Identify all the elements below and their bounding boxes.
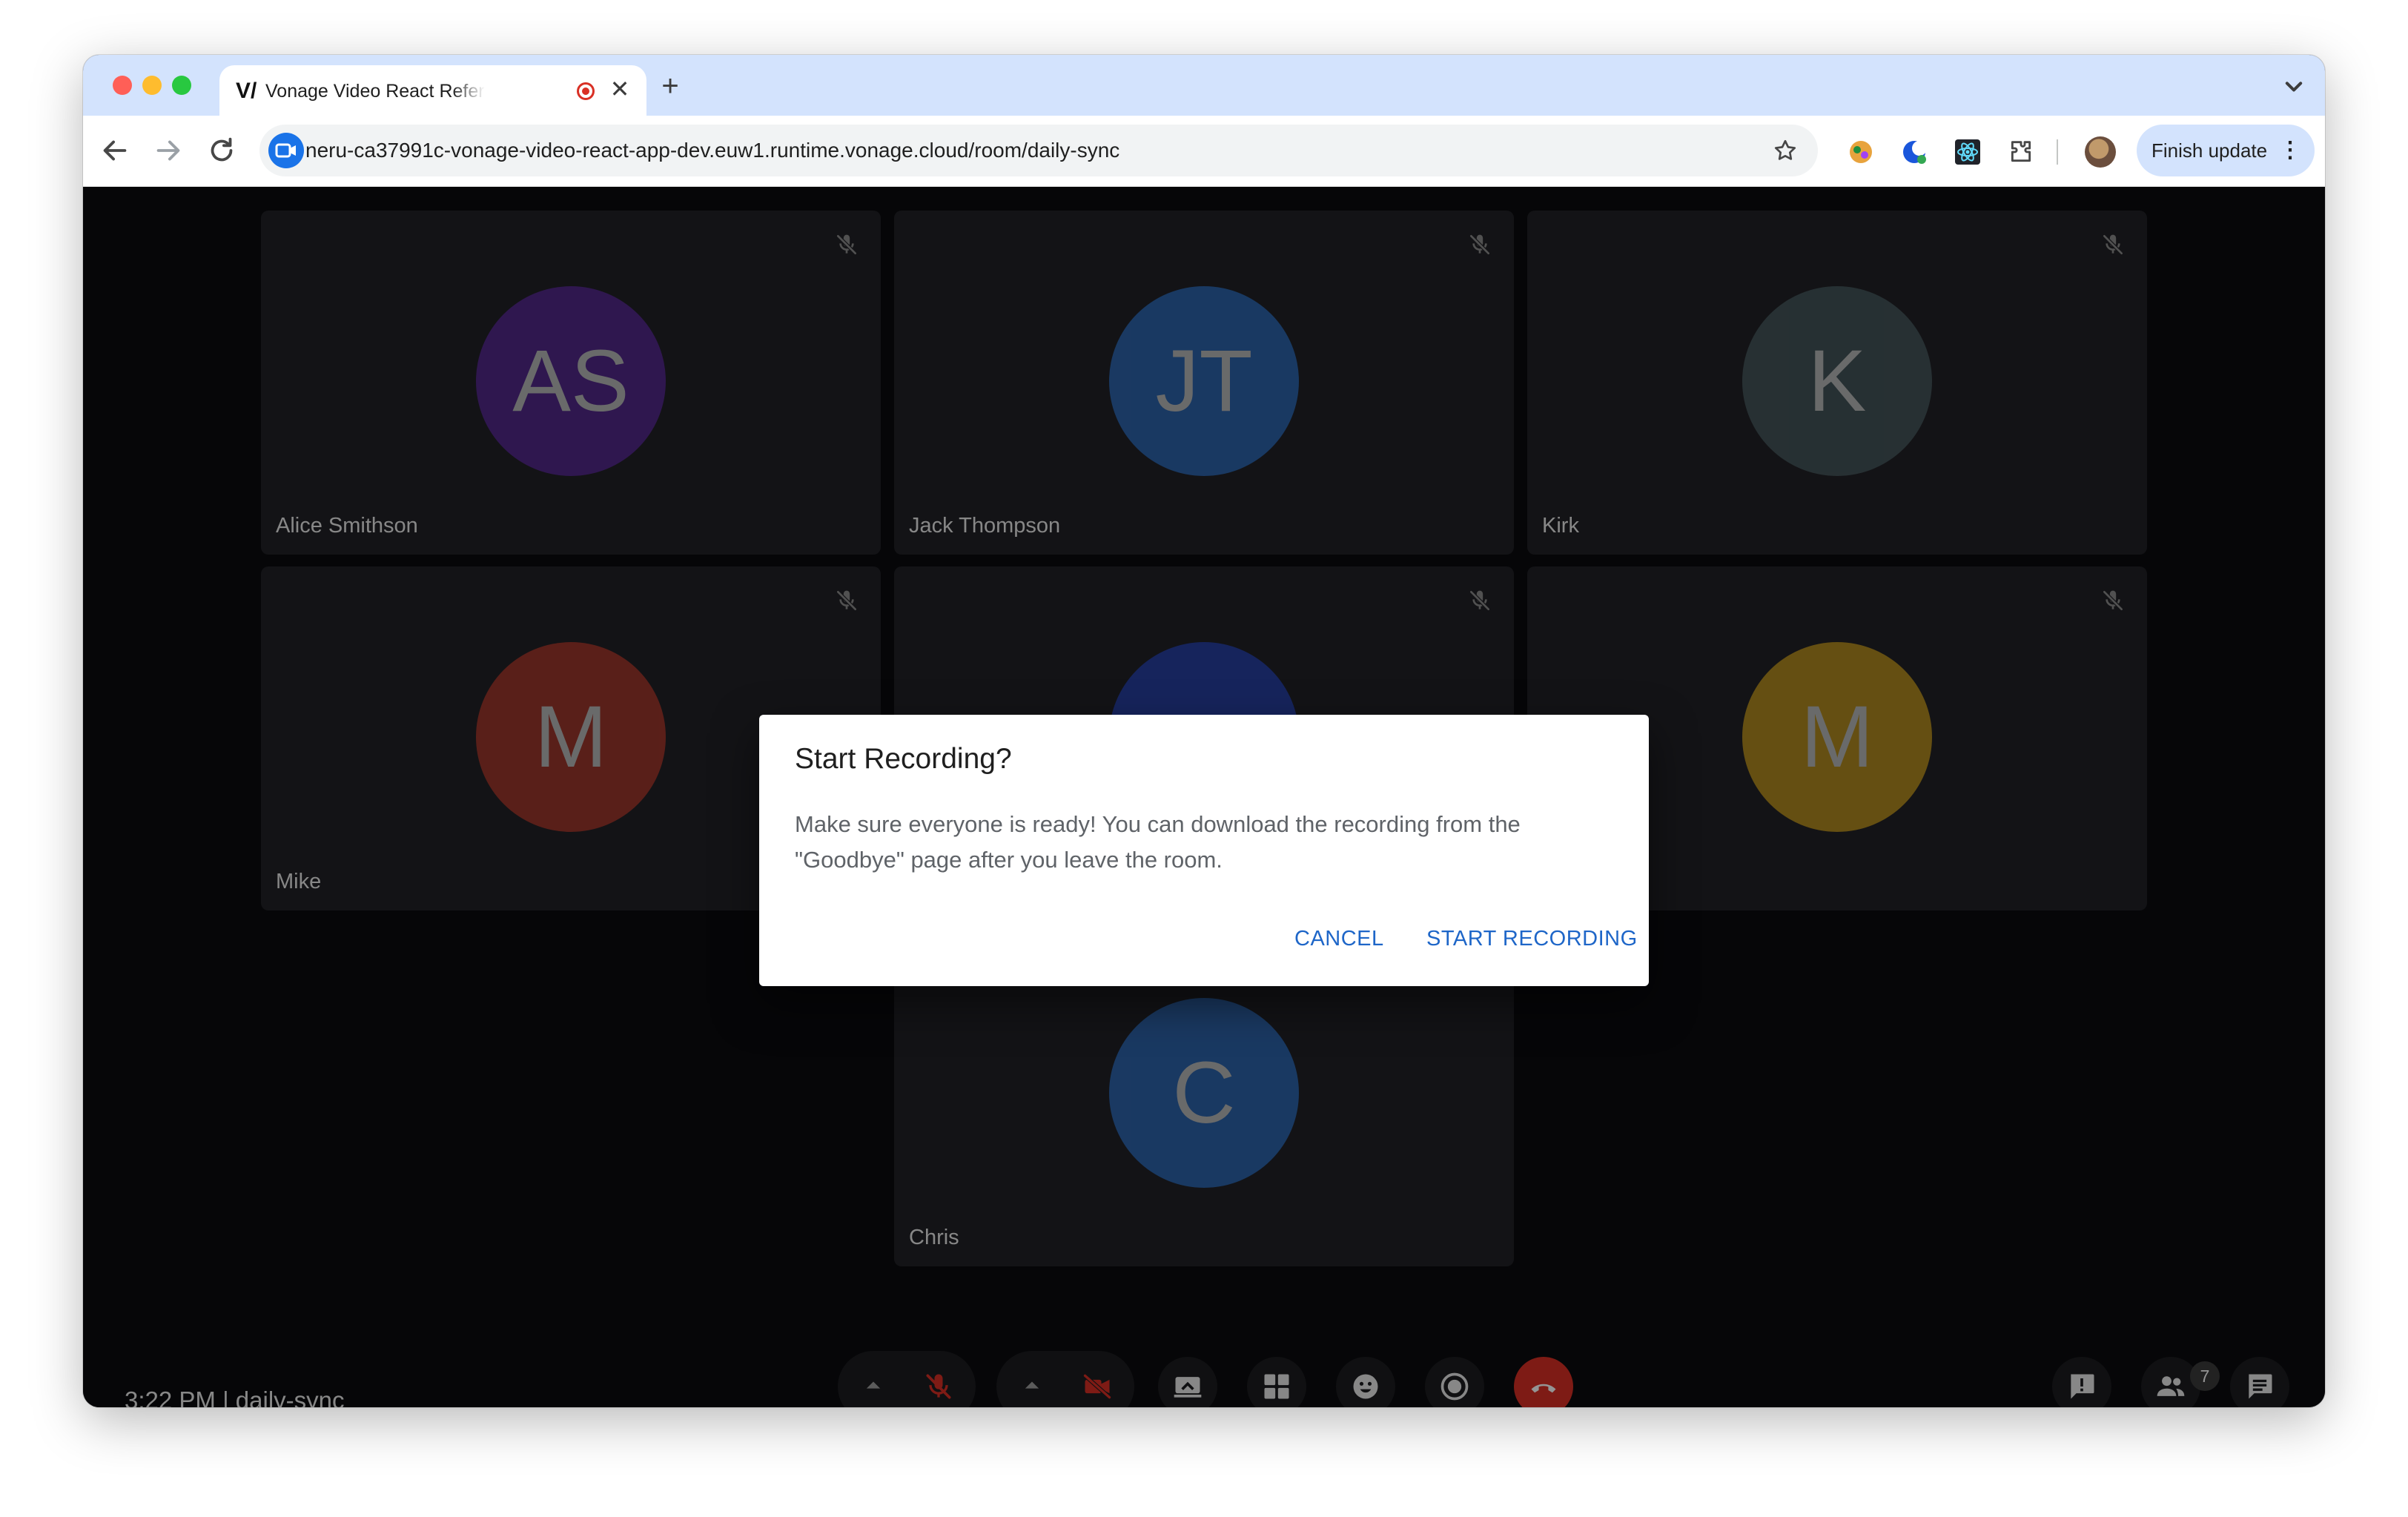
browser-window: V/ Vonage Video React Reference App ✕ + … [83,55,2325,1407]
tab-title: Vonage Video React Reference App [265,81,485,102]
url-text: neru-ca37991c-vonage-video-react-app-dev… [305,139,1120,162]
forward-arrow-icon[interactable] [151,133,185,168]
extension-moon-icon[interactable] [1899,137,1929,167]
back-arrow-icon[interactable] [98,133,132,168]
tab-close-icon[interactable]: ✕ [606,76,633,102]
reload-icon[interactable] [205,133,239,168]
minimize-window-button[interactable] [142,76,162,95]
vonage-favicon-icon: V/ [236,79,257,103]
finish-update-button[interactable]: Finish update ⋮ [2137,125,2315,176]
maximize-window-button[interactable] [172,76,191,95]
tab-search-chevron-icon[interactable] [2278,70,2310,102]
start-recording-button[interactable]: START RECORDING [1426,924,1638,954]
bookmark-star-icon[interactable] [1772,137,1799,164]
meeting-room: AS Alice Smithson JT Jack Thompson K Kir… [83,187,2325,1407]
browser-toolbar: neru-ca37991c-vonage-video-react-app-dev… [83,116,2325,187]
browser-tab[interactable]: V/ Vonage Video React Reference App ✕ [219,65,646,117]
more-menu-icon[interactable]: ⋮ [2279,125,2301,176]
tab-strip: V/ Vonage Video React Reference App ✕ + [83,55,2325,117]
cancel-button[interactable]: CANCEL [1294,924,1384,954]
profile-avatar[interactable] [2085,136,2116,168]
start-recording-dialog: Start Recording? Make sure everyone is r… [759,715,1649,986]
extension-color-icon[interactable] [1846,137,1876,167]
toolbar-divider [2057,139,2058,165]
new-tab-button[interactable]: + [654,70,687,102]
dialog-title: Start Recording? [795,743,1012,775]
address-bar[interactable]: neru-ca37991c-vonage-video-react-app-dev… [259,125,1818,176]
extension-react-devtools-icon[interactable] [1953,137,1982,167]
extensions-puzzle-icon[interactable] [2006,137,2036,167]
dialog-body: Make sure everyone is ready! You can dow… [795,811,1521,873]
finish-update-label: Finish update [2151,139,2268,162]
site-camera-icon[interactable] [268,133,304,168]
recording-indicator-icon [577,82,595,100]
close-window-button[interactable] [113,76,132,95]
